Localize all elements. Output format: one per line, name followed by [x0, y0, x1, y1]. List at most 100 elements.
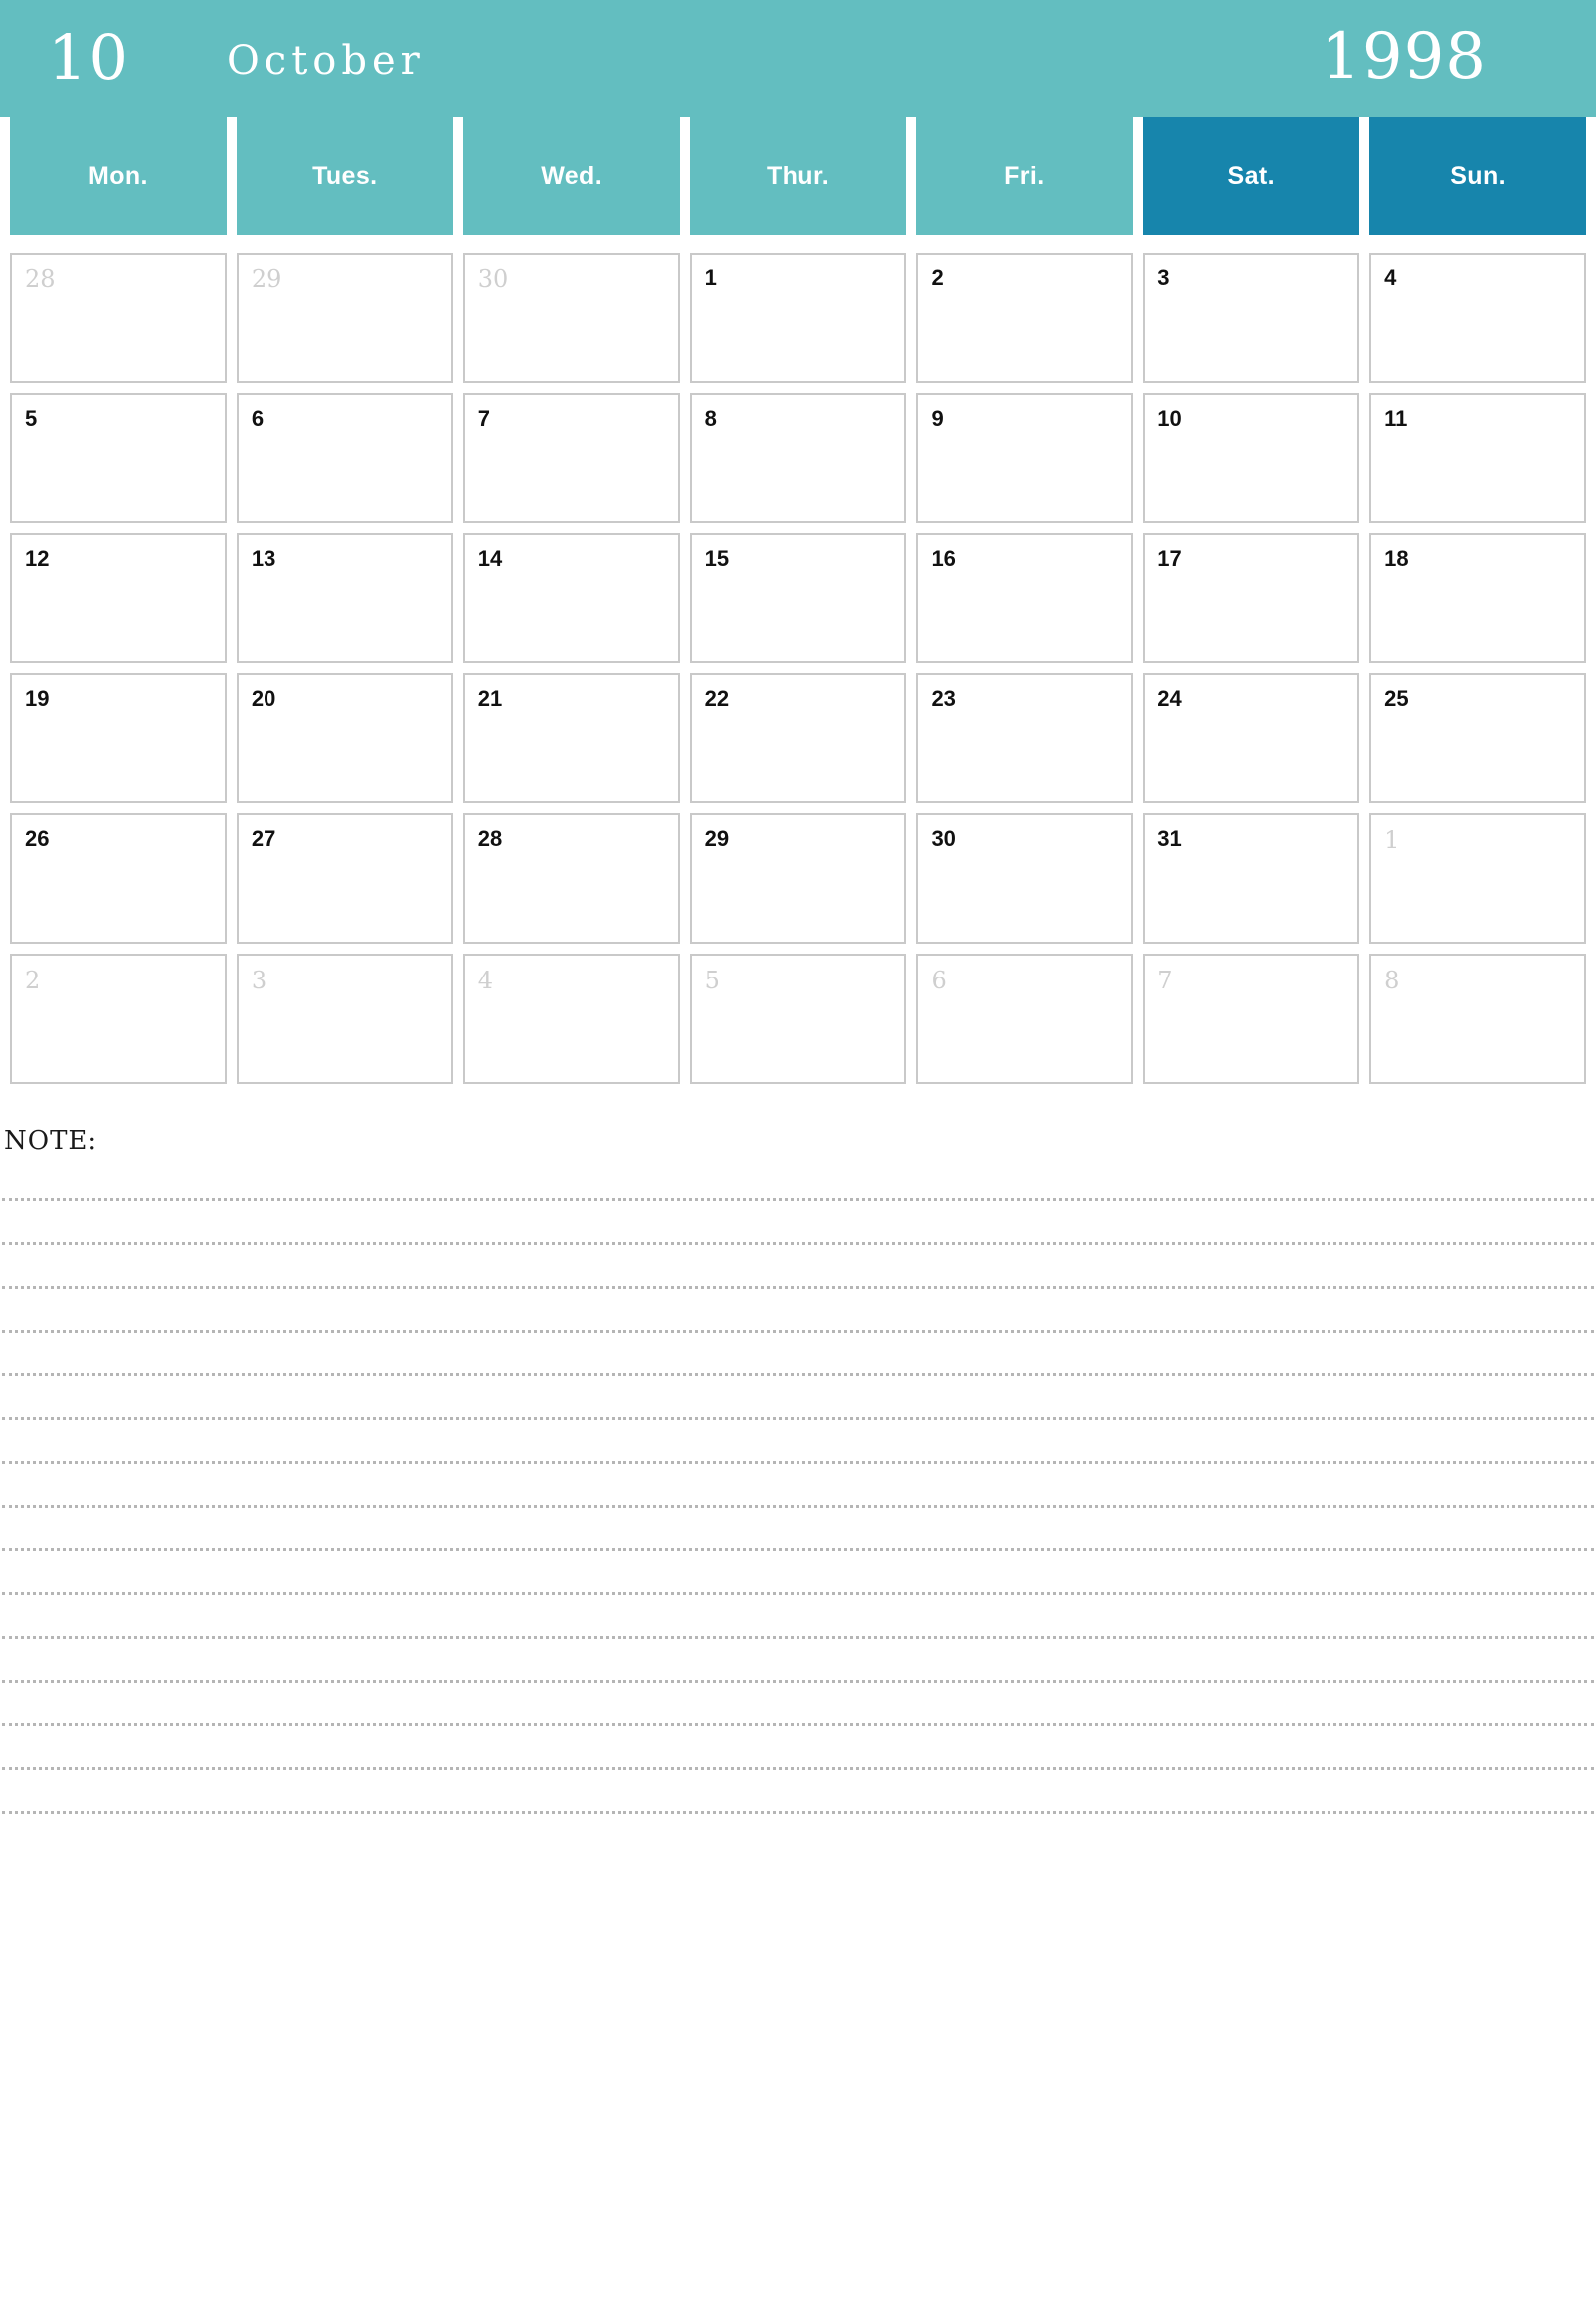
calendar-day-cell-wrapper: 6: [916, 954, 1134, 1084]
calendar-day-cell[interactable]: 30: [916, 813, 1134, 944]
calendar-day-cell[interactable]: 22: [689, 673, 907, 803]
calendar-day-cell[interactable]: 23: [916, 673, 1134, 803]
calendar-day-cell[interactable]: 9: [916, 393, 1134, 523]
calendar-day-cell[interactable]: 8: [1369, 954, 1587, 1084]
calendar-day-cell[interactable]: 1: [1369, 813, 1587, 944]
calendar-header-banner: 10 October 1998: [0, 0, 1596, 117]
note-section: NOTE:: [0, 1126, 1596, 1814]
day-number: 8: [704, 406, 717, 431]
calendar-day-cell[interactable]: 24: [1143, 673, 1360, 803]
day-number: 12: [25, 546, 50, 571]
calendar-day-cell[interactable]: 29: [689, 813, 907, 944]
day-number: 25: [1384, 686, 1409, 711]
weekday-header-cell: Mon.: [10, 117, 227, 235]
note-writing-line[interactable]: [2, 1157, 1594, 1201]
day-number: 27: [251, 826, 276, 851]
calendar-day-cell[interactable]: 7: [1143, 954, 1360, 1084]
calendar-day-cell-wrapper: 16: [916, 533, 1134, 663]
weekday-label: Sat.: [1227, 161, 1275, 190]
calendar-day-cell-wrapper: 8: [1369, 954, 1587, 1084]
calendar-day-cell[interactable]: 7: [462, 393, 680, 523]
day-number: 20: [251, 686, 276, 711]
calendar-day-cell[interactable]: 5: [689, 954, 907, 1084]
weekday-label: Fri.: [1004, 161, 1045, 190]
note-writing-line[interactable]: [2, 1508, 1594, 1551]
calendar-day-cell[interactable]: 21: [462, 673, 680, 803]
calendar-day-cell[interactable]: 30: [462, 253, 680, 383]
weekday-header-cell: Wed.: [462, 117, 680, 235]
note-writing-line[interactable]: [2, 1420, 1594, 1464]
weekday-label: Tues.: [312, 161, 378, 190]
calendar-day-cell[interactable]: 29: [236, 253, 453, 383]
day-number-adjacent-month: 2: [25, 967, 41, 994]
note-writing-line[interactable]: [2, 1683, 1594, 1726]
calendar-day-cell[interactable]: 3: [236, 954, 453, 1084]
note-writing-line[interactable]: [2, 1639, 1594, 1683]
calendar-day-cell[interactable]: 2: [10, 954, 227, 1084]
calendar-day-cell[interactable]: 10: [1143, 393, 1360, 523]
note-writing-line[interactable]: [2, 1726, 1594, 1770]
calendar-day-cell[interactable]: 3: [1143, 253, 1360, 383]
calendar-day-cell[interactable]: 19: [10, 673, 227, 803]
calendar-day-cell[interactable]: 27: [236, 813, 453, 944]
calendar-day-cell[interactable]: 11: [1369, 393, 1587, 523]
calendar-week-row: 19 20 21 22 23 24 25: [10, 673, 1587, 803]
note-writing-line[interactable]: [2, 1595, 1594, 1639]
calendar-day-cell[interactable]: 31: [1143, 813, 1360, 944]
calendar-day-cell[interactable]: 25: [1369, 673, 1587, 803]
note-writing-line[interactable]: [2, 1245, 1594, 1289]
calendar-day-cell[interactable]: 18: [1369, 533, 1587, 663]
weekday-header-mon: Mon.: [10, 117, 227, 235]
calendar-day-cell-wrapper: 14: [462, 533, 680, 663]
calendar-day-cell[interactable]: 17: [1143, 533, 1360, 663]
calendar-day-cell[interactable]: 12: [10, 533, 227, 663]
calendar-day-cell-wrapper: 29: [236, 253, 453, 383]
calendar-day-cell[interactable]: 13: [236, 533, 453, 663]
day-number-adjacent-month: 7: [1157, 967, 1173, 994]
note-writing-line[interactable]: [2, 1333, 1594, 1376]
calendar-day-cell[interactable]: 15: [689, 533, 907, 663]
calendar-day-cell-wrapper: 9: [916, 393, 1134, 523]
month-number: 10: [48, 21, 130, 93]
calendar-day-cell[interactable]: 28: [10, 253, 227, 383]
calendar-day-cell[interactable]: 4: [1369, 253, 1587, 383]
calendar-day-cell[interactable]: 4: [462, 954, 680, 1084]
calendar-day-cell-wrapper: 12: [10, 533, 227, 663]
day-number: 15: [704, 546, 730, 571]
calendar-day-cell[interactable]: 6: [916, 954, 1134, 1084]
calendar-day-cell[interactable]: 8: [689, 393, 907, 523]
calendar-day-cell-wrapper: 6: [236, 393, 453, 523]
calendar-day-cell-wrapper: 10: [1143, 393, 1360, 523]
calendar-day-cell[interactable]: 20: [236, 673, 453, 803]
day-number: 4: [1384, 266, 1397, 290]
day-number: 30: [931, 826, 956, 851]
weekday-header-cell: Fri.: [916, 117, 1134, 235]
note-writing-line[interactable]: [2, 1376, 1594, 1420]
note-writing-line[interactable]: [2, 1464, 1594, 1508]
day-number-adjacent-month: 1: [1384, 826, 1400, 854]
weekday-label: Wed.: [541, 161, 603, 190]
calendar-day-cell[interactable]: 16: [916, 533, 1134, 663]
day-number-adjacent-month: 3: [251, 967, 267, 994]
day-number-adjacent-month: 5: [704, 967, 720, 994]
weekday-header-sat: Sat.: [1143, 117, 1360, 235]
weekday-label: Mon.: [88, 161, 148, 190]
calendar-day-cell-wrapper: 8: [689, 393, 907, 523]
calendar-day-cell[interactable]: 28: [462, 813, 680, 944]
calendar-day-cell[interactable]: 5: [10, 393, 227, 523]
note-writing-line[interactable]: [2, 1551, 1594, 1595]
day-number-adjacent-month: 6: [931, 967, 947, 994]
calendar-weeks: 28 29 30 1 2 3 4 5 6 7 8 9 10 11 12 13 14 15 16 17 18 19 20 21 2…: [10, 253, 1587, 1084]
calendar-day-cell[interactable]: 2: [916, 253, 1134, 383]
note-writing-line[interactable]: [2, 1289, 1594, 1333]
calendar-day-cell[interactable]: 1: [689, 253, 907, 383]
day-number: 11: [1384, 406, 1408, 431]
calendar-day-cell-wrapper: 13: [236, 533, 453, 663]
day-number: 17: [1157, 546, 1182, 571]
note-writing-line[interactable]: [2, 1770, 1594, 1814]
calendar-day-cell[interactable]: 6: [236, 393, 453, 523]
weekday-label: Sun.: [1450, 161, 1506, 190]
calendar-day-cell[interactable]: 14: [462, 533, 680, 663]
calendar-day-cell[interactable]: 26: [10, 813, 227, 944]
note-writing-line[interactable]: [2, 1201, 1594, 1245]
